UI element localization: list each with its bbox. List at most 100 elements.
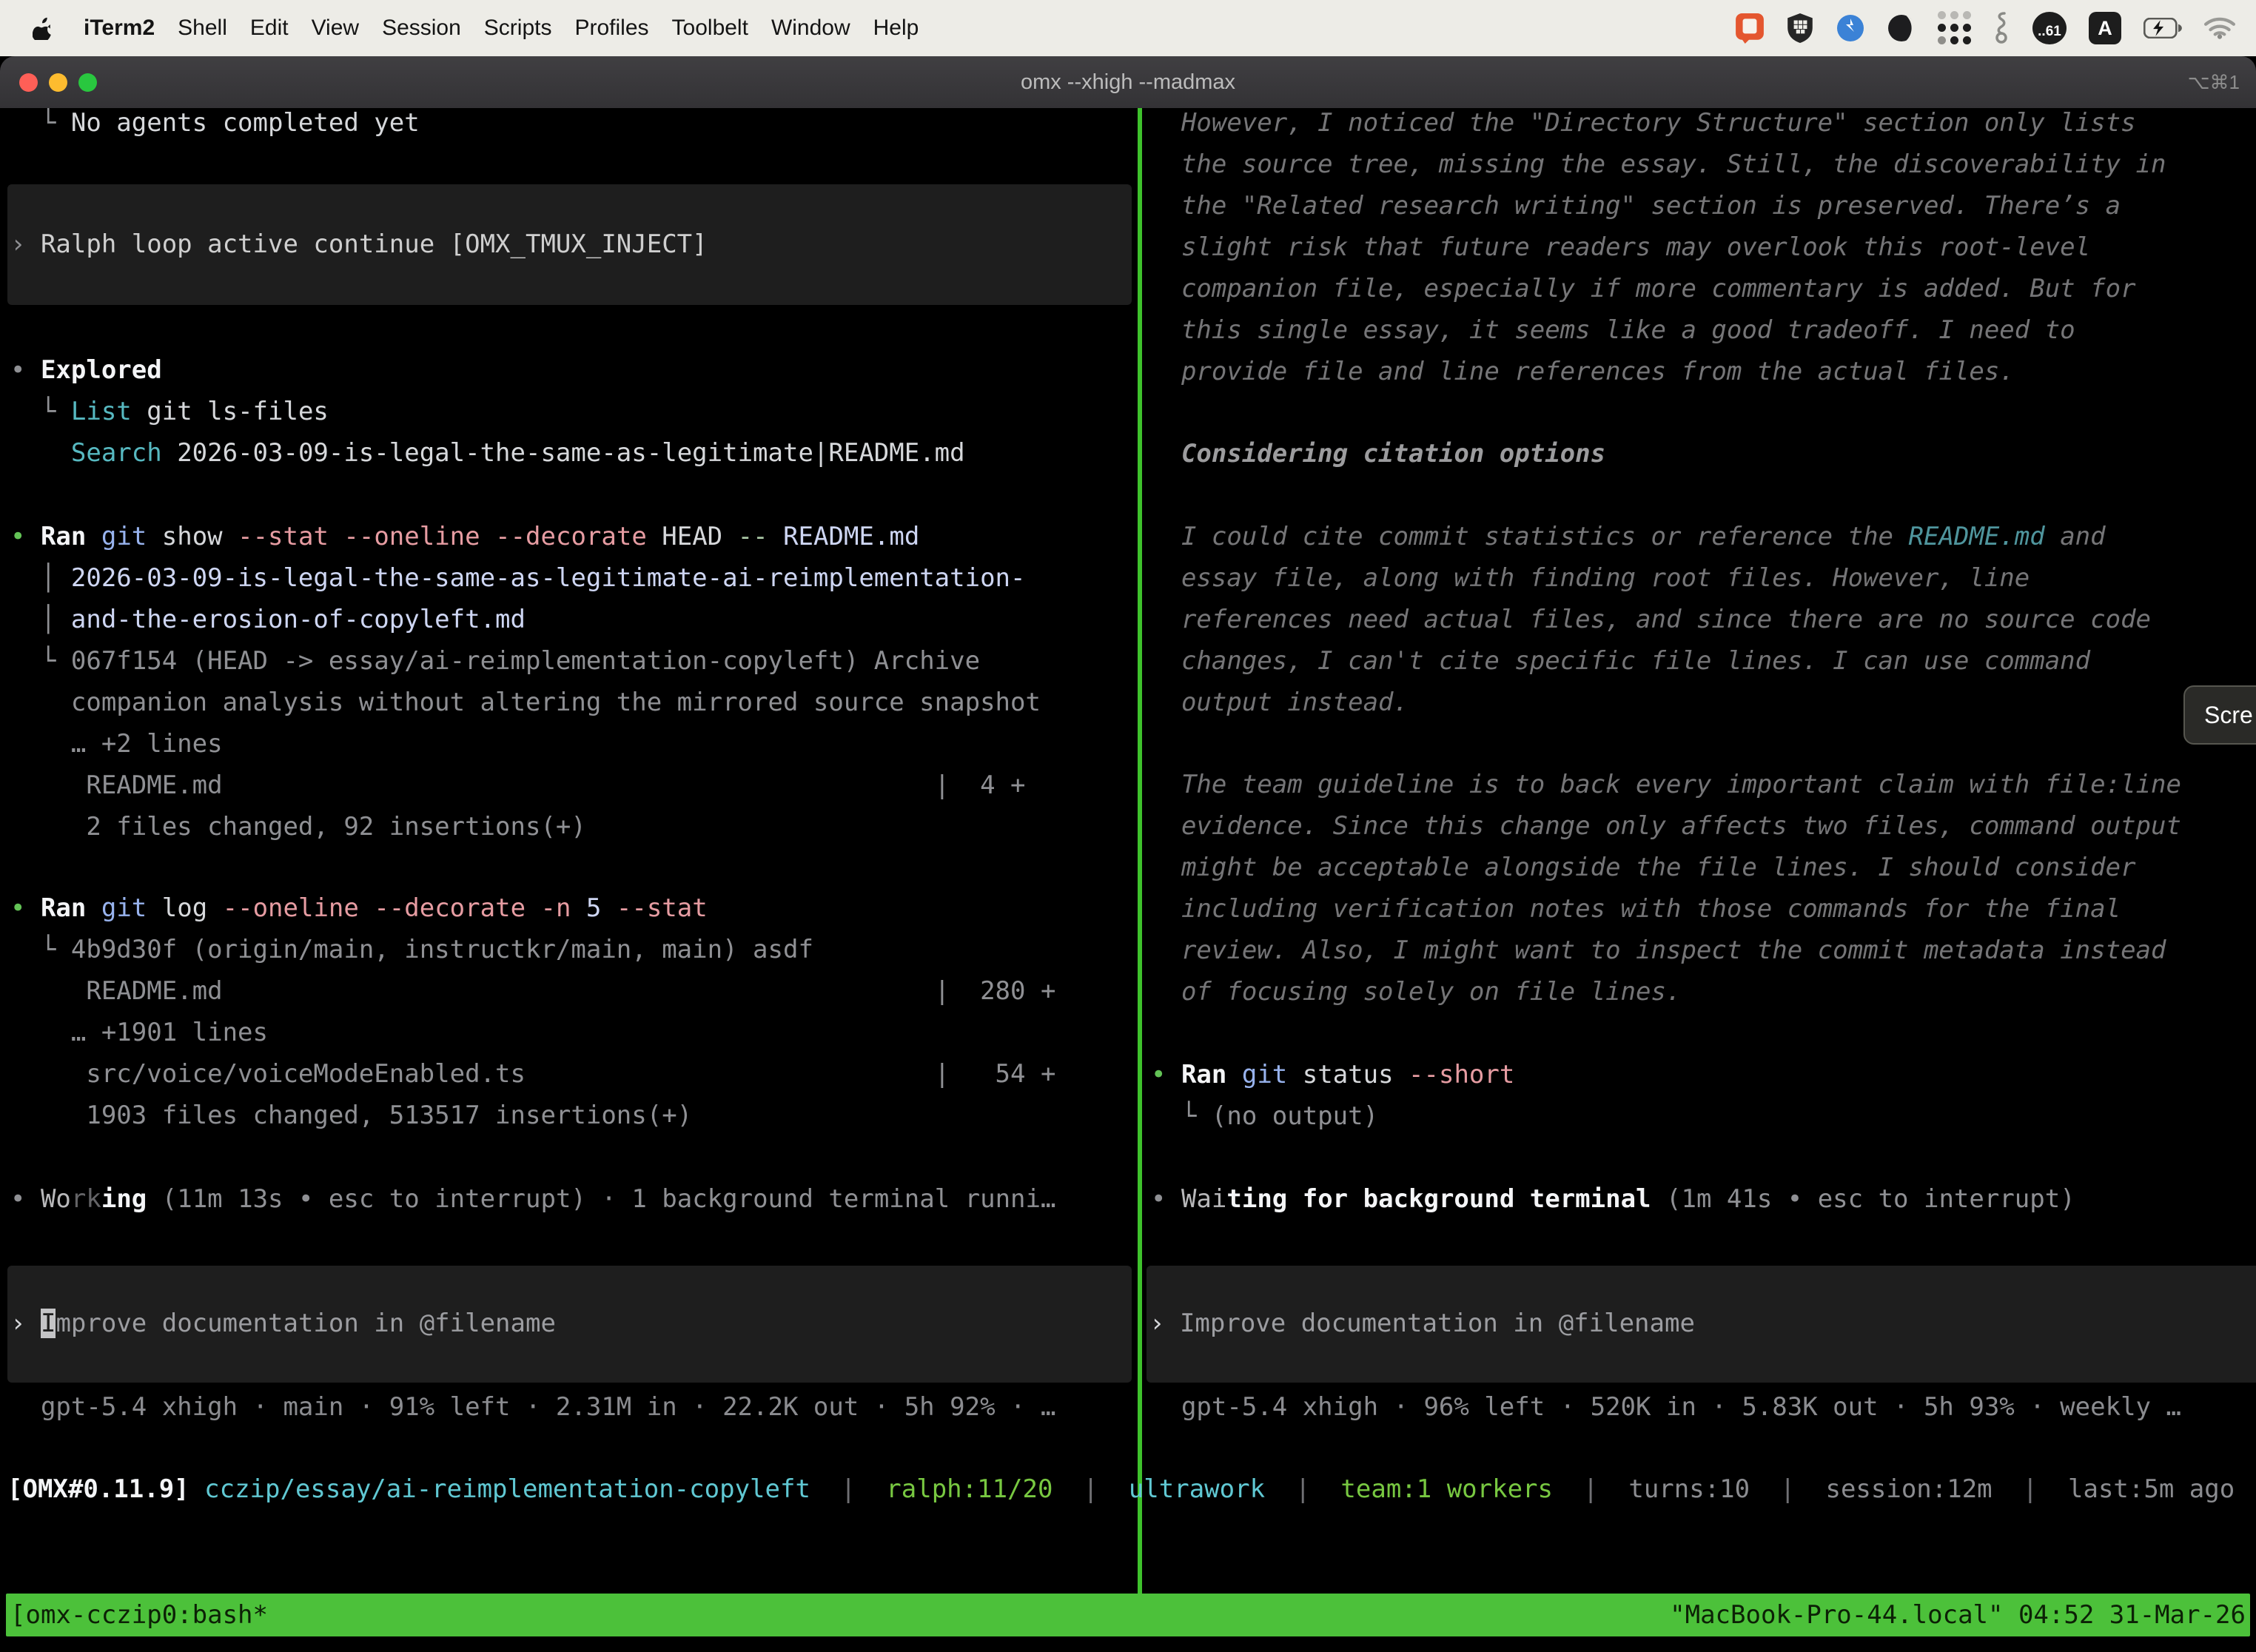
working-status-line: • Working (11m 13s • esc to interrupt) ·… bbox=[10, 1178, 1138, 1220]
terminal-line: the "Related research writing" section i… bbox=[1151, 185, 2256, 226]
menu-item-edit[interactable]: Edit bbox=[250, 16, 289, 41]
menu-item-session[interactable]: Session bbox=[382, 16, 461, 41]
dots-grid-icon[interactable] bbox=[1938, 11, 1972, 45]
menu-item-help[interactable]: Help bbox=[873, 16, 919, 41]
left-agent-pane: └ No agents completed yet › Ralph loop a… bbox=[0, 108, 1138, 1594]
terminal-line: references need actual files, and since … bbox=[1151, 599, 2256, 640]
close-window-button[interactable] bbox=[19, 73, 38, 92]
screen-share-chip-label: Scre bbox=[2204, 702, 2253, 729]
terminal-line: • Explored bbox=[10, 349, 1138, 391]
git-log-section: • Ran git log --oneline --decorate -n 5 … bbox=[10, 887, 1138, 1136]
terminal-line: … +1901 lines bbox=[10, 1012, 1138, 1053]
window-title: omx --xhigh --madmax bbox=[0, 70, 2256, 95]
git-status-section: • Ran git status --short └ (no output) bbox=[1151, 1054, 2256, 1137]
terminal-line: companion file, especially if more comme… bbox=[1151, 268, 2256, 309]
menu-item-scripts[interactable]: Scripts bbox=[484, 16, 552, 41]
reasoning-heading: Considering citation options bbox=[1151, 433, 2256, 474]
terminal-line: However, I noticed the "Directory Struct… bbox=[1151, 108, 2256, 144]
window-shortcut-hint: ⌥⌘1 bbox=[2188, 71, 2240, 94]
menu-items: iTerm2 Shell Edit View Session Scripts Profile… bbox=[84, 16, 919, 41]
screen-share-chip[interactable]: Scre bbox=[2183, 685, 2256, 745]
terminal-line: output instead. bbox=[1151, 682, 2256, 723]
terminal-line: 2 files changed, 92 insertions(+) bbox=[10, 806, 1138, 847]
terminal-line: README.md | 280 + bbox=[10, 970, 1138, 1012]
waiting-status-line: • Waiting for background terminal (1m 41… bbox=[1151, 1178, 2256, 1220]
terminal-line: provide file and line references from th… bbox=[1151, 351, 2256, 392]
terminal-line: Search 2026-03-09-is-legal-the-same-as-l… bbox=[10, 432, 1138, 474]
apple-menu-icon[interactable] bbox=[33, 16, 53, 40]
time-left-badge-icon[interactable]: ..61 bbox=[2032, 12, 2067, 44]
menu-item-shell[interactable]: Shell bbox=[178, 16, 227, 41]
model-status-left: gpt-5.4 xhigh · main · 91% left · 2.31M … bbox=[10, 1386, 1138, 1428]
tmux-session-label: [omx-cczip0:bash* bbox=[10, 1600, 268, 1630]
tmux-status-bar: [omx-cczip0:bash* "MacBook-Pro-44.local"… bbox=[6, 1594, 2250, 1636]
terminal-line: › Improve documentation in @filename bbox=[1149, 1303, 2256, 1344]
battery-icon[interactable] bbox=[2143, 18, 2182, 38]
omx-status-line: [OMX#0.11.9] cczip/essay/ai-reimplementa… bbox=[7, 1468, 2235, 1510]
terminal-line: slight risk that future readers may over… bbox=[1151, 226, 2256, 268]
terminal-line: review. Also, I might want to inspect th… bbox=[1151, 930, 2256, 971]
terminal-line: └ List git ls-files bbox=[10, 391, 1138, 432]
terminal-line: 1903 files changed, 513517 insertions(+) bbox=[10, 1095, 1138, 1136]
wifi-icon[interactable] bbox=[2204, 16, 2235, 40]
terminal-line: I could cite commit statistics or refere… bbox=[1151, 516, 2256, 557]
menu-item-window[interactable]: Window bbox=[771, 16, 850, 41]
terminal-line: essay file, along with finding root file… bbox=[1151, 557, 2256, 599]
right-agent-pane: However, I noticed the "Directory Struct… bbox=[1142, 108, 2256, 1594]
explored-section: • Explored └ List git ls-files Search 20… bbox=[10, 349, 1138, 474]
terminal-line: │ 2026-03-09-is-legal-the-same-as-legiti… bbox=[10, 557, 1138, 599]
terminal-line: including verification notes with those … bbox=[1151, 888, 2256, 930]
shield-icon[interactable] bbox=[1787, 13, 1813, 44]
terminal-line: companion analysis without altering the … bbox=[10, 682, 1138, 723]
terminal-line: • Ran git show --stat --oneline --decora… bbox=[10, 516, 1138, 557]
terminal-line: └ (no output) bbox=[1151, 1095, 2256, 1137]
navigation-badge-icon[interactable] bbox=[1836, 13, 1865, 43]
menu-item-toolbelt[interactable]: Toolbelt bbox=[672, 16, 748, 41]
macos-menu-bar: iTerm2 Shell Edit View Session Scripts Profile… bbox=[0, 0, 2256, 56]
terminal-line: gpt-5.4 xhigh · main · 91% left · 2.31M … bbox=[10, 1386, 1138, 1428]
terminal-line: this single essay, it seems like a good … bbox=[1151, 309, 2256, 351]
reasoning-paragraph-2: I could cite commit statistics or refere… bbox=[1151, 516, 2256, 723]
terminal-line: … +2 lines bbox=[10, 723, 1138, 765]
arc-circle-icon[interactable] bbox=[1887, 14, 1916, 42]
terminal-line: › Improve documentation in @filename bbox=[10, 1303, 1132, 1344]
chat-app-icon[interactable] bbox=[1735, 13, 1765, 44]
tmux-host-clock: "MacBook-Pro-44.local" 04:52 31-Mar-26 bbox=[1670, 1600, 2246, 1630]
terminal-line: │ and-the-erosion-of-copyleft.md bbox=[10, 599, 1138, 640]
terminal-line: • Ran git log --oneline --decorate -n 5 … bbox=[10, 887, 1138, 929]
terminal-line: • Working (11m 13s • esc to interrupt) ·… bbox=[10, 1178, 1138, 1220]
reasoning-paragraph-3: The team guideline is to back every impo… bbox=[1151, 764, 2256, 1013]
terminal-line: • Waiting for background terminal (1m 41… bbox=[1151, 1178, 2256, 1220]
menu-item-view[interactable]: View bbox=[312, 16, 359, 41]
terminal-line: the source tree, missing the essay. Stil… bbox=[1151, 144, 2256, 185]
terminal-line: [OMX#0.11.9] cczip/essay/ai-reimplementa… bbox=[7, 1468, 2235, 1510]
terminal-line: gpt-5.4 xhigh · 96% left · 520K in · 5.8… bbox=[1151, 1386, 2256, 1428]
menu-item-iterm2[interactable]: iTerm2 bbox=[84, 16, 155, 41]
window-controls bbox=[19, 56, 97, 108]
pane-divider[interactable] bbox=[1138, 108, 1142, 1594]
agents-note: └ No agents completed yet bbox=[10, 108, 1138, 144]
model-status-right: gpt-5.4 xhigh · 96% left · 520K in · 5.8… bbox=[1151, 1386, 2256, 1428]
terminal-line: might be acceptable alongside the file l… bbox=[1151, 847, 2256, 888]
window-title-bar: omx --xhigh --madmax ⌥⌘1 bbox=[0, 56, 2256, 108]
terminal-line: of focusing solely on file lines. bbox=[1151, 971, 2256, 1013]
reasoning-paragraph-1: However, I noticed the "Directory Struct… bbox=[1151, 108, 2256, 392]
menu-item-profiles[interactable]: Profiles bbox=[574, 16, 648, 41]
maximize-window-button[interactable] bbox=[78, 73, 97, 92]
prompt-input-right[interactable]: › Improve documentation in @filename bbox=[1147, 1266, 2256, 1383]
ralph-inject-banner: › Ralph loop active continue [OMX_TMUX_I… bbox=[7, 184, 1132, 305]
terminal-line: • Ran git status --short bbox=[1151, 1054, 2256, 1095]
terminal-line: The team guideline is to back every impo… bbox=[1151, 764, 2256, 805]
terminal-line: changes, I can't cite specific file line… bbox=[1151, 640, 2256, 682]
terminal-line: └ 067f154 (HEAD -> essay/ai-reimplementa… bbox=[10, 640, 1138, 682]
minimize-window-button[interactable] bbox=[49, 73, 67, 92]
squiggle-hook-icon[interactable] bbox=[1994, 12, 2010, 44]
terminal-line: Considering citation options bbox=[1151, 433, 2256, 474]
terminal-line: › Ralph loop active continue [OMX_TMUX_I… bbox=[10, 224, 1132, 265]
terminal-line: src/voice/voiceModeEnabled.ts | 54 + bbox=[10, 1053, 1138, 1095]
git-show-section: • Ran git show --stat --oneline --decora… bbox=[10, 516, 1138, 847]
terminal-line: evidence. Since this change only affects… bbox=[1151, 805, 2256, 847]
prompt-input-left[interactable]: › Improve documentation in @filename bbox=[7, 1266, 1132, 1383]
input-source-icon[interactable]: A bbox=[2089, 12, 2121, 44]
terminal-line: └ No agents completed yet bbox=[10, 108, 1138, 144]
